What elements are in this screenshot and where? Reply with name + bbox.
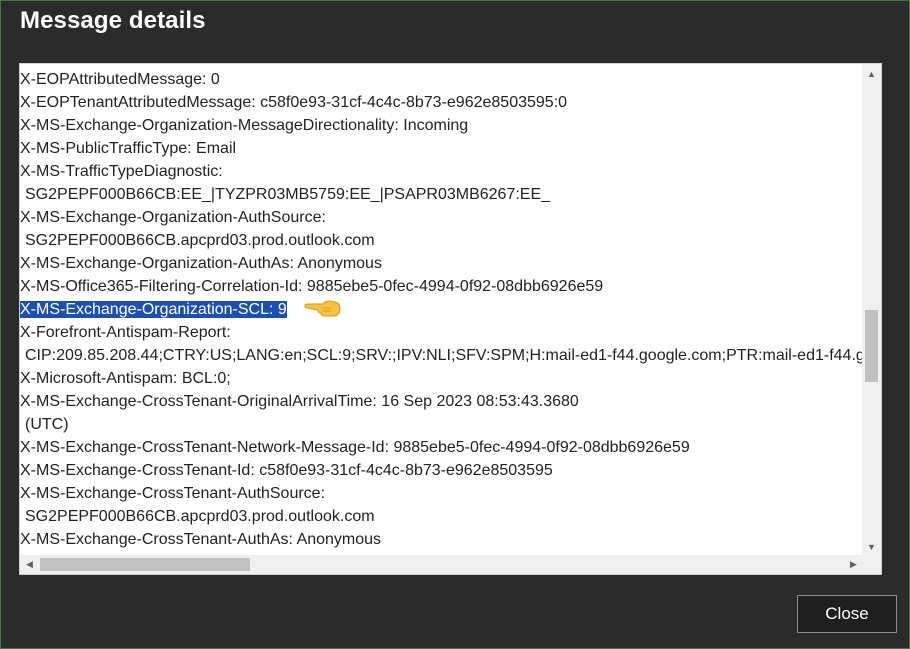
vertical-scrollbar[interactable]: ▲ ▼ <box>862 64 881 556</box>
vertical-scroll-thumb[interactable] <box>865 310 878 382</box>
header-line[interactable]: X-MS-Exchange-Organization-AuthSource: <box>20 206 863 229</box>
header-line-text: X-MS-Exchange-Organization-MessageDirect… <box>20 117 469 134</box>
header-line-text: X-MS-Exchange-Organization-SCL: 9 <box>20 301 287 318</box>
header-line[interactable]: SG2PEPF000B66CB.apcprd03.prod.outlook.co… <box>20 229 863 252</box>
horizontal-scrollbar[interactable]: ◀ ▶ <box>20 555 863 574</box>
header-text-area[interactable]: X-EOPAttributedMessage: 0 X-EOPTenantAttr… <box>20 64 863 556</box>
header-line[interactable]: SG2PEPF000B66CB.apcprd03.prod.outlook.co… <box>20 505 863 528</box>
header-line[interactable]: X-EOPAttributedMessage: 0 <box>20 68 863 91</box>
header-line-text: SG2PEPF000B66CB.apcprd03.prod.outlook.co… <box>25 232 375 249</box>
header-line-text: X-MS-Exchange-Organization-AuthSource: <box>20 209 326 226</box>
scrollbar-corner <box>862 555 881 574</box>
header-line-text: X-MS-TrafficTypeDiagnostic: <box>20 163 223 180</box>
header-line[interactable]: X-MS-Exchange-CrossTenant-Id: c58f0e93-3… <box>20 459 863 482</box>
header-line[interactable]: X-Microsoft-Antispam: BCL:0; <box>20 367 863 390</box>
header-line-text: SG2PEPF000B66CB.apcprd03.prod.outlook.co… <box>25 508 375 525</box>
header-line-text: CIP:209.85.208.44;CTRY:US;LANG:en;SCL:9;… <box>25 347 863 364</box>
header-line[interactable]: X-EOPTenantAttributedMessage: c58f0e93-3… <box>20 91 863 114</box>
pointing-hand-icon <box>303 297 343 319</box>
header-line-text: X-MS-Exchange-CrossTenant-AuthAs: Anonym… <box>20 531 382 548</box>
header-lines: X-EOPAttributedMessage: 0 X-EOPTenantAttr… <box>20 68 863 551</box>
header-line-text: SG2PEPF000B66CB:EE_|TYZPR03MB5759:EE_|PS… <box>25 186 551 203</box>
header-line[interactable]: X-MS-Office365-Filtering-Correlation-Id:… <box>20 275 863 298</box>
selected-header-line[interactable]: X-MS-Exchange-Organization-SCL: 9 <box>20 298 863 321</box>
header-line-text: X-Forefront-Antispam-Report: <box>20 324 231 341</box>
scroll-left-arrow-icon[interactable]: ◀ <box>20 555 39 574</box>
scroll-down-arrow-icon[interactable]: ▼ <box>862 537 881 556</box>
message-header-panel: X-EOPAttributedMessage: 0 X-EOPTenantAttr… <box>19 63 882 575</box>
header-line-text: X-MS-Exchange-CrossTenant-OriginalArriva… <box>20 393 579 410</box>
header-line[interactable]: SG2PEPF000B66CB:EE_|TYZPR03MB5759:EE_|PS… <box>20 183 863 206</box>
horizontal-scroll-thumb[interactable] <box>40 558 250 571</box>
scroll-up-arrow-icon[interactable]: ▲ <box>862 64 881 83</box>
header-line-text: X-EOPTenantAttributedMessage: c58f0e93-3… <box>20 94 568 111</box>
header-line[interactable]: X-MS-Exchange-CrossTenant-AuthAs: Anonym… <box>20 528 863 551</box>
header-line[interactable]: CIP:209.85.208.44;CTRY:US;LANG:en;SCL:9;… <box>20 344 863 367</box>
header-line-text: X-MS-PublicTrafficType: Email <box>20 140 237 157</box>
header-line[interactable]: X-MS-PublicTrafficType: Email <box>20 137 863 160</box>
header-line-text: (UTC) <box>25 416 69 433</box>
scroll-right-arrow-icon[interactable]: ▶ <box>844 555 863 574</box>
header-line-text: X-MS-Office365-Filtering-Correlation-Id:… <box>20 278 604 295</box>
header-line[interactable]: (UTC) <box>20 413 863 436</box>
close-button[interactable]: Close <box>797 595 897 633</box>
header-line[interactable]: X-MS-Exchange-CrossTenant-OriginalArriva… <box>20 390 863 413</box>
header-line[interactable]: X-MS-Exchange-Organization-AuthAs: Anony… <box>20 252 863 275</box>
header-line-text: X-MS-Exchange-CrossTenant-Id: c58f0e93-3… <box>20 462 553 479</box>
header-line[interactable]: X-MS-Exchange-CrossTenant-AuthSource: <box>20 482 863 505</box>
header-line-text: X-MS-Exchange-CrossTenant-Network-Messag… <box>20 439 690 456</box>
header-line-text: X-MS-Exchange-Organization-AuthAs: Anony… <box>20 255 382 272</box>
header-line[interactable]: X-Forefront-Antispam-Report: <box>20 321 863 344</box>
header-line[interactable]: X-MS-Exchange-CrossTenant-Network-Messag… <box>20 436 863 459</box>
header-line-text: X-MS-Exchange-CrossTenant-AuthSource: <box>20 485 326 502</box>
header-line[interactable]: X-MS-Exchange-Organization-MessageDirect… <box>20 114 863 137</box>
header-line[interactable]: X-MS-TrafficTypeDiagnostic: <box>20 160 863 183</box>
message-details-dialog: Message details X-EOPAttributedMessage: … <box>0 0 910 649</box>
dialog-title: Message details <box>20 7 206 34</box>
header-line-text: X-EOPAttributedMessage: 0 <box>20 71 220 88</box>
header-line-text: X-Microsoft-Antispam: BCL:0; <box>20 370 231 387</box>
